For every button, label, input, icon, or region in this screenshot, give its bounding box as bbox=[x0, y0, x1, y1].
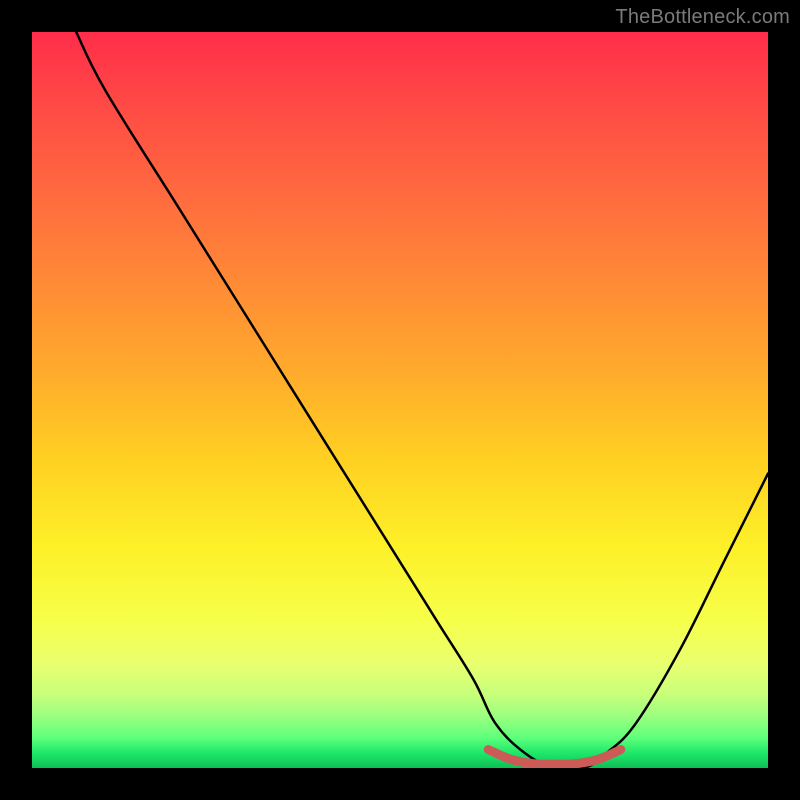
minimum-band bbox=[488, 750, 621, 765]
chart-frame: TheBottleneck.com bbox=[0, 0, 800, 800]
plot-area bbox=[32, 32, 768, 768]
watermark-text: TheBottleneck.com bbox=[615, 6, 790, 29]
bottleneck-curve bbox=[76, 32, 768, 768]
curve-layer bbox=[32, 32, 768, 768]
